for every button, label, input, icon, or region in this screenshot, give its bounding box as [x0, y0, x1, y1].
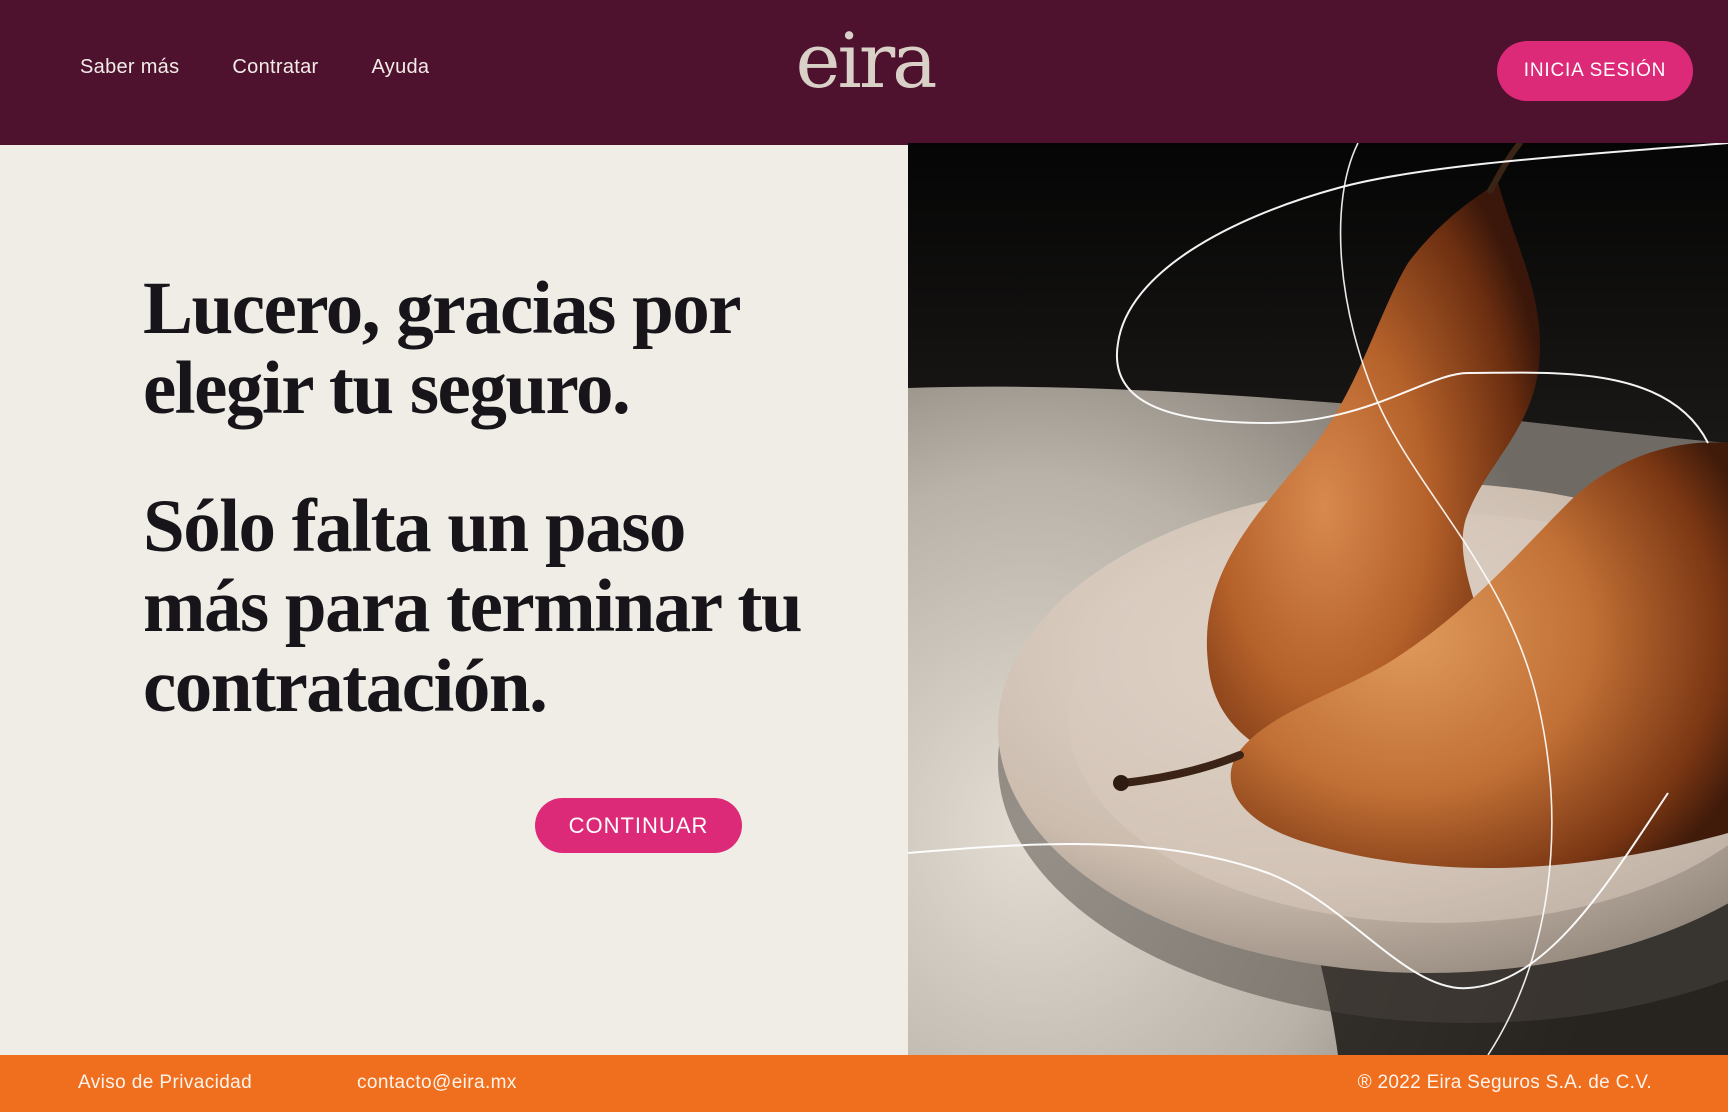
- page: Saber más Contratar Ayuda eira INICIA SE…: [0, 0, 1728, 1112]
- thank-you-headline: Lucero, gracias por elegir tu seguro.: [143, 267, 740, 430]
- continue-button[interactable]: CONTINUAR: [535, 798, 742, 853]
- nav-item-saber-mas[interactable]: Saber más: [80, 56, 179, 79]
- nav-item-ayuda[interactable]: Ayuda: [372, 56, 430, 79]
- footer: Aviso de Privacidad contacto@eira.mx ® 2…: [0, 1055, 1728, 1112]
- thank-you-panel: Lucero, gracias por elegir tu seguro. Só…: [0, 145, 908, 1055]
- eira-logo[interactable]: eira: [794, 16, 938, 106]
- contact-email-link[interactable]: contacto@eira.mx: [357, 1072, 517, 1094]
- login-button[interactable]: INICIA SESIÓN: [1497, 41, 1693, 101]
- pears-photo: [908, 143, 1728, 1055]
- privacy-link[interactable]: Aviso de Privacidad: [78, 1072, 252, 1094]
- top-header: Saber más Contratar Ayuda eira INICIA SE…: [0, 0, 1728, 145]
- copyright-text: ® 2022 Eira Seguros S.A. de C.V.: [1357, 1072, 1652, 1093]
- pears-illustration: [908, 143, 1728, 1055]
- next-step-headline: Sólo falta un paso más para terminar tu …: [143, 485, 803, 728]
- nav-item-contratar[interactable]: Contratar: [232, 56, 318, 79]
- main-nav: Saber más Contratar Ayuda: [80, 56, 482, 79]
